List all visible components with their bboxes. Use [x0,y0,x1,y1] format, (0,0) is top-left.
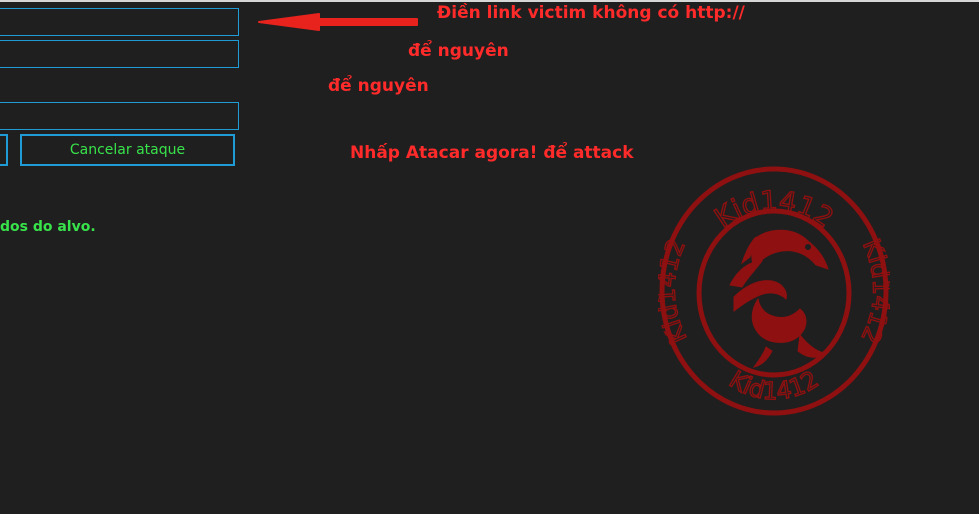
second-input[interactable] [0,40,239,68]
logo-text-right: Kid1412 [855,235,890,348]
status-message: dos do alvo. [0,219,96,235]
note-keep-default-2: để nguyên [328,76,429,96]
logo-text-left: Kid1412 [658,235,693,348]
note-attack-instruction: Nhấp Atacar agora! để attack [350,143,634,163]
dragon-icon [729,229,829,368]
attack-now-button[interactable] [0,134,8,166]
note-link-instruction: Điền link victim không có http:// [437,3,745,23]
logo-text-bottom: Kid1412 [725,365,824,405]
note-keep-default-1: để nguyên [408,41,509,61]
target-url-input[interactable] [0,8,239,36]
window-top-border [0,0,979,2]
cancel-attack-button[interactable]: Cancelar ataque [20,134,235,166]
logo-text-top: Kid1412 [709,186,838,235]
pointer-arrow-icon [258,13,418,31]
kid1412-dragon-logo: Kid1412 Kid1412 Kid1412 Kid1412 [658,166,890,416]
third-input[interactable] [0,102,239,130]
